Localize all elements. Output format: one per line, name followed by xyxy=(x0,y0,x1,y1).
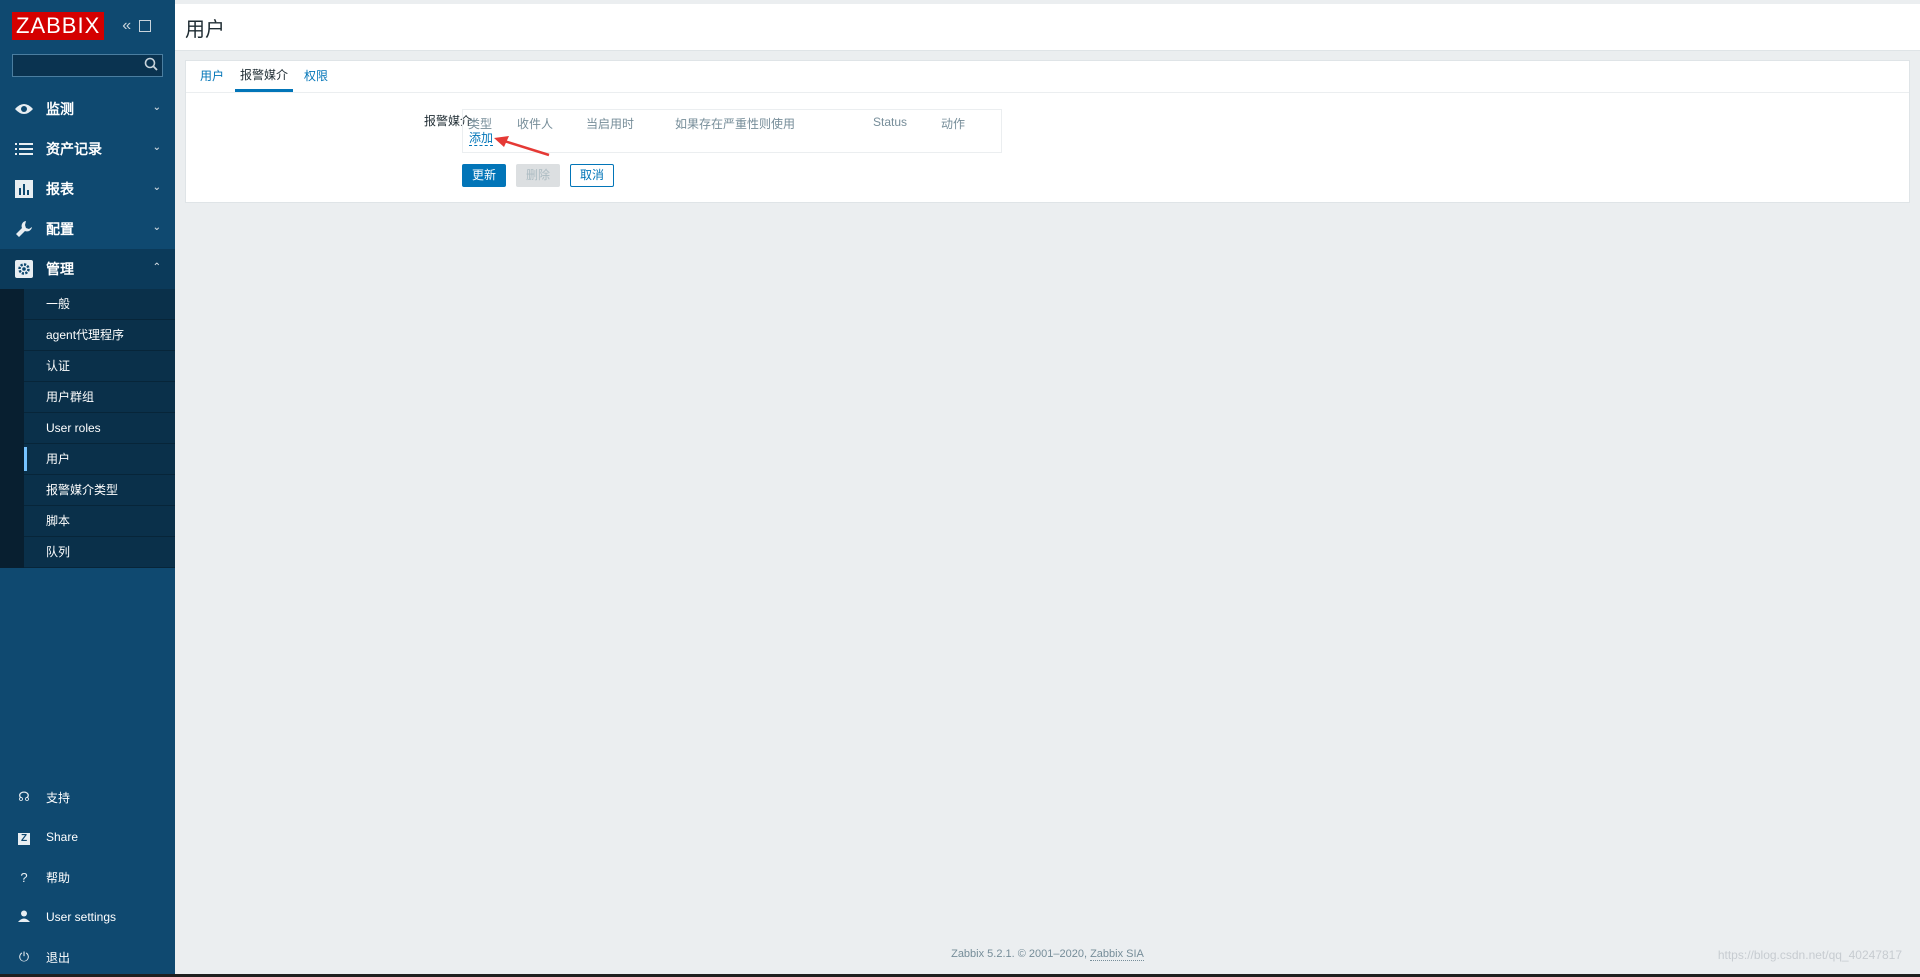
support-label: 支持 xyxy=(46,790,71,805)
tab-user[interactable]: 用户 xyxy=(195,61,229,92)
menu-label: 配置 xyxy=(46,221,74,237)
gear-icon xyxy=(14,260,34,278)
menu-reports[interactable]: 报表 ⌄ xyxy=(0,169,175,209)
col-send-to: 收件人 xyxy=(517,117,554,131)
menu-administration[interactable]: 管理 ⌃ xyxy=(0,249,175,289)
zabbix-sia-link[interactable]: Zabbix SIA xyxy=(1090,948,1144,961)
share-label: Share xyxy=(46,830,79,844)
sidebar-header: ZABBIX « xyxy=(0,0,175,52)
menu-monitoring[interactable]: 监测 ⌄ xyxy=(0,89,175,129)
col-when-active: 当启用时 xyxy=(586,117,635,131)
sign-out-link[interactable]: ⏻ 退出 xyxy=(0,937,175,977)
list-icon xyxy=(14,140,34,158)
bar-chart-icon xyxy=(14,180,34,198)
tab-bar: 用户 报警媒介 权限 xyxy=(186,61,1909,93)
submenu-authentication[interactable]: 认证 xyxy=(24,351,175,382)
chevron-down-icon: ⌄ xyxy=(152,222,161,233)
user-settings-label: User settings xyxy=(46,910,117,924)
menu-label: 管理 xyxy=(46,261,74,277)
col-status: Status xyxy=(873,115,908,129)
submenu-user-groups[interactable]: 用户群组 xyxy=(24,382,175,413)
footer: Zabbix 5.2.1. © 2001–2020, Zabbix SIA xyxy=(175,948,1920,961)
help-link[interactable]: ? 帮助 xyxy=(0,857,175,897)
chevron-down-icon: ⌄ xyxy=(152,182,161,193)
col-action: 动作 xyxy=(941,117,966,131)
submenu-queue[interactable]: 队列 xyxy=(24,537,175,568)
zabbix-logo[interactable]: ZABBIX xyxy=(12,12,105,40)
kiosk-mode-icon[interactable] xyxy=(139,20,152,32)
tab-media[interactable]: 报警媒介 xyxy=(235,61,294,92)
chevron-down-icon: ⌄ xyxy=(152,102,161,113)
help-label: 帮助 xyxy=(46,870,71,885)
menu-label: 监测 xyxy=(46,101,74,117)
tab-permissions[interactable]: 权限 xyxy=(299,61,333,92)
search-icon[interactable] xyxy=(143,56,159,72)
sidebar: ZABBIX « 监测 ⌄ 资产记录 ⌄ 报表 ⌄ 配置 ⌄ 管理 ⌃ 一般 a… xyxy=(0,0,175,977)
delete-button[interactable]: 删除 xyxy=(516,164,561,187)
submenu-user-roles[interactable]: User roles xyxy=(24,413,175,444)
question-icon: ? xyxy=(20,869,28,885)
chevron-down-icon: ⌄ xyxy=(152,142,161,153)
menu-inventory[interactable]: 资产记录 ⌄ xyxy=(0,129,175,169)
user-settings-link[interactable]: User settings xyxy=(0,897,175,937)
user-form-panel: 用户 报警媒介 权限 报警媒介 类型 收件人 当启用时 如果存在严重性则使用 S… xyxy=(185,60,1910,203)
collapse-sidebar-icon[interactable]: « xyxy=(122,17,131,35)
col-type: 类型 xyxy=(468,117,493,131)
submenu-general[interactable]: 一般 xyxy=(24,289,175,320)
footer-text: Zabbix 5.2.1. © 2001–2020, xyxy=(951,948,1091,960)
admin-submenu: 一般 agent代理程序 认证 用户群组 User roles 用户 报警媒介类… xyxy=(0,289,175,568)
submenu-scripts[interactable]: 脚本 xyxy=(24,506,175,537)
update-button[interactable]: 更新 xyxy=(462,164,507,187)
z-icon: Z xyxy=(16,829,32,845)
form-buttons: 更新 删除 取消 xyxy=(462,164,615,187)
search-input[interactable] xyxy=(12,54,163,77)
submenu-users[interactable]: 用户 xyxy=(24,444,175,475)
media-label: 报警媒介 xyxy=(423,114,472,128)
chevron-up-icon: ⌃ xyxy=(152,262,161,273)
power-icon: ⏻ xyxy=(18,949,30,964)
support-link[interactable]: ☊ 支持 xyxy=(0,777,175,817)
submenu-media-types[interactable]: 报警媒介类型 xyxy=(24,475,175,506)
menu-label: 资产记录 xyxy=(46,141,102,157)
wrench-icon xyxy=(14,220,34,238)
sign-out-label: 退出 xyxy=(46,950,71,965)
share-link[interactable]: Z Share xyxy=(0,817,175,857)
main-menu: 监测 ⌄ 资产记录 ⌄ 报表 ⌄ 配置 ⌄ 管理 ⌃ 一般 agent代理程序 … xyxy=(0,89,175,568)
col-use-if-severity: 如果存在严重性则使用 xyxy=(675,117,796,131)
submenu-proxies[interactable]: agent代理程序 xyxy=(24,320,175,351)
page-header: 用户 xyxy=(175,4,1920,51)
page-title: 用户 xyxy=(185,16,225,41)
menu-configuration[interactable]: 配置 ⌄ xyxy=(0,209,175,249)
sidebar-bottom-menu: ☊ 支持 Z Share ? 帮助 User settings ⏻ 退出 xyxy=(0,777,175,977)
user-icon xyxy=(16,910,32,925)
menu-label: 报表 xyxy=(46,181,74,197)
annotation-arrow-icon xyxy=(494,136,550,157)
cancel-button[interactable]: 取消 xyxy=(570,164,615,187)
watermark: https://blog.csdn.net/qq_40247817 xyxy=(1717,948,1902,962)
eye-icon xyxy=(14,100,34,118)
add-media-link[interactable]: 添加 xyxy=(469,132,494,146)
headset-icon: ☊ xyxy=(18,789,30,804)
